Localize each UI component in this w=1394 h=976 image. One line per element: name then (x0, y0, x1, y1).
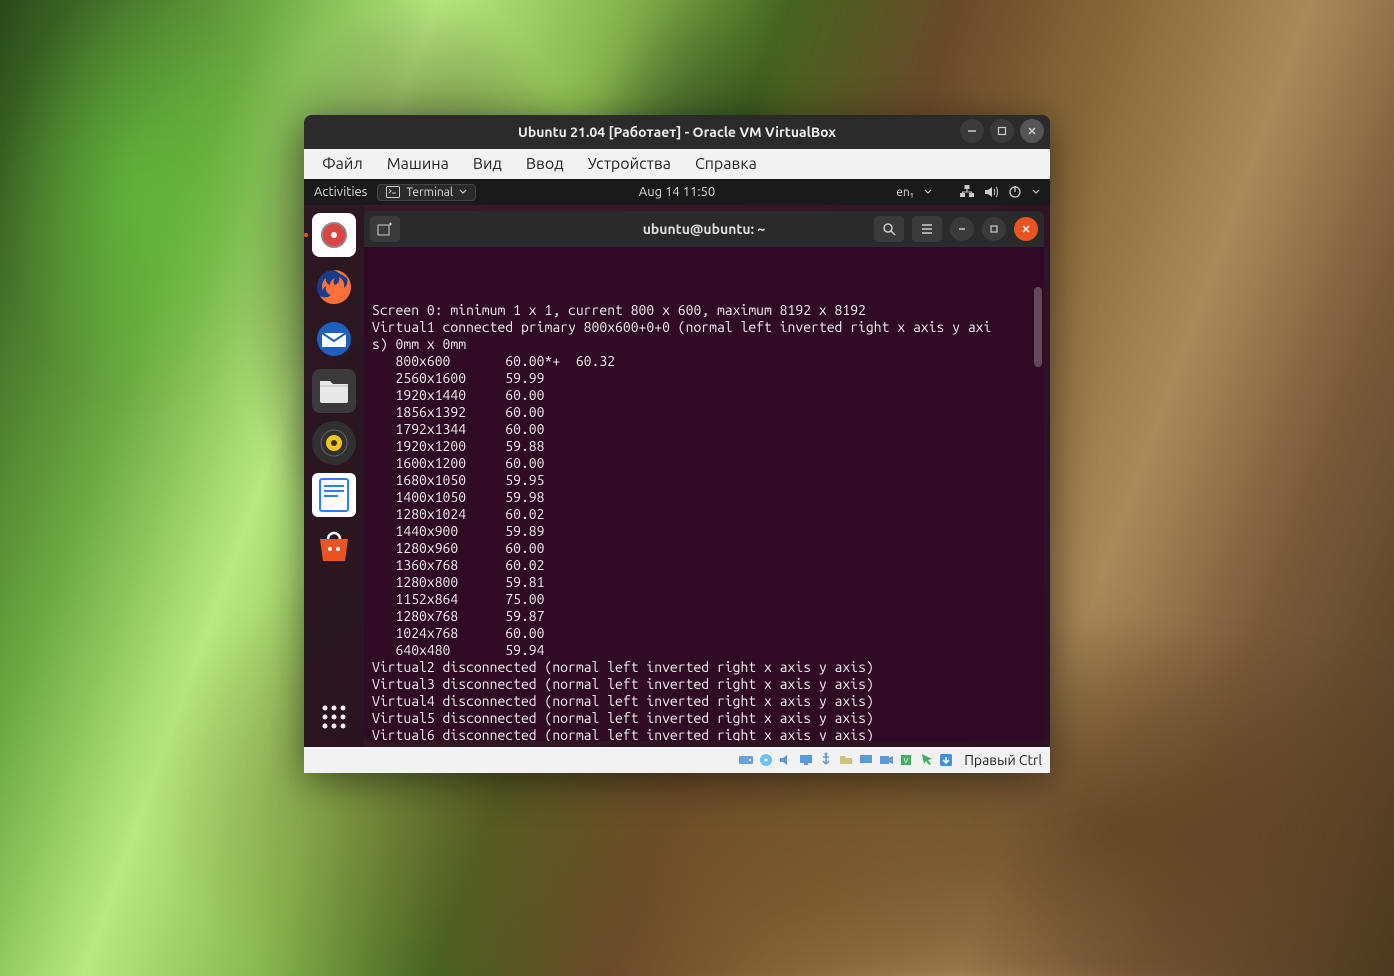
volume-icon[interactable] (984, 185, 998, 199)
vbox-close-button[interactable] (1020, 119, 1044, 143)
clock[interactable]: Aug 14 11:50 (639, 185, 716, 199)
hamburger-icon (920, 222, 934, 236)
vbox-network-icon[interactable] (798, 752, 814, 768)
vbox-display-icon[interactable] (858, 752, 874, 768)
thunderbird-icon (314, 319, 354, 359)
document-icon (318, 477, 350, 513)
vbox-title: Ubuntu 21.04 [Работает] - Oracle VM Virt… (518, 124, 836, 140)
close-icon (1021, 224, 1031, 234)
vbox-menu-machine[interactable]: Машина (377, 151, 459, 177)
terminal-icon (386, 186, 400, 198)
vbox-audio-icon[interactable] (778, 752, 794, 768)
vbox-hostkey-icon[interactable] (938, 752, 954, 768)
vbox-hostkey-label: Правый Ctrl (964, 752, 1042, 768)
disks-icon (319, 220, 349, 250)
virtualbox-window: Ubuntu 21.04 [Работает] - Oracle VM Virt… (304, 115, 1050, 773)
svg-text:V: V (904, 758, 909, 765)
vbox-menu-input[interactable]: Ввод (516, 151, 574, 177)
minimize-icon (967, 126, 977, 136)
vbox-maximize-button[interactable] (990, 119, 1014, 143)
vbox-recording-icon[interactable] (878, 752, 894, 768)
dock-app-rhythmbox[interactable] (312, 421, 356, 465)
vbox-menubar: Файл Машина Вид Ввод Устройства Справка (304, 149, 1050, 179)
vbox-mouse-icon[interactable] (918, 752, 934, 768)
terminal-title: ubuntu@ubuntu: ~ (643, 221, 766, 237)
new-tab-icon (377, 222, 393, 236)
vbox-optical-icon[interactable] (758, 752, 774, 768)
vbox-menu-help[interactable]: Справка (685, 151, 767, 177)
dock-show-apps[interactable] (312, 695, 356, 739)
dock-app-writer[interactable] (312, 473, 356, 517)
dock-app-firefox[interactable] (312, 265, 356, 309)
close-icon (1027, 126, 1037, 136)
terminal-close-button[interactable] (1014, 217, 1038, 241)
dock-app-thunderbird[interactable] (312, 317, 356, 361)
activities-button[interactable]: Activities (314, 185, 367, 199)
power-icon[interactable] (1008, 185, 1022, 199)
firefox-icon (314, 267, 354, 307)
vbox-cpu-icon[interactable]: V (898, 752, 914, 768)
vbox-titlebar[interactable]: Ubuntu 21.04 [Работает] - Oracle VM Virt… (304, 115, 1050, 149)
ubuntu-dock (304, 205, 364, 747)
chevron-down-icon (1032, 188, 1040, 196)
vbox-minimize-button[interactable] (960, 119, 984, 143)
terminal-scrollbar[interactable] (1034, 287, 1042, 367)
shopping-bag-icon (314, 529, 354, 565)
terminal-titlebar[interactable]: ubuntu@ubuntu: ~ (364, 211, 1044, 247)
vbox-menu-file[interactable]: Файл (312, 151, 373, 177)
speaker-icon (319, 428, 349, 458)
terminal-menu-button[interactable] (912, 216, 942, 242)
maximize-icon (997, 126, 1007, 136)
chevron-down-icon (924, 188, 932, 196)
terminal-output[interactable]: Screen 0: minimum 1 x 1, current 800 x 6… (364, 247, 1044, 741)
apps-grid-icon (320, 703, 348, 731)
minimize-icon (957, 224, 967, 234)
terminal-window: ubuntu@ubuntu: ~ (364, 211, 1044, 741)
vbox-menu-view[interactable]: Вид (463, 151, 512, 177)
new-tab-button[interactable] (370, 216, 400, 242)
vbox-statusbar: V Правый Ctrl (304, 747, 1050, 773)
chevron-down-icon (459, 188, 467, 196)
dock-app-disks[interactable] (312, 213, 356, 257)
maximize-icon (989, 224, 999, 234)
network-icon[interactable] (960, 185, 974, 199)
folder-icon (318, 377, 350, 405)
app-menu[interactable]: Terminal (377, 184, 476, 201)
dock-app-software[interactable] (312, 525, 356, 569)
vbox-hdd-icon[interactable] (738, 752, 754, 768)
terminal-maximize-button[interactable] (982, 217, 1006, 241)
guest-screen: Activities Terminal Aug 14 11:50 en₁ (304, 179, 1050, 747)
search-icon (882, 222, 896, 236)
vbox-shared-folder-icon[interactable] (838, 752, 854, 768)
vbox-usb-icon[interactable] (818, 752, 834, 768)
dock-app-files[interactable] (312, 369, 356, 413)
vbox-menu-devices[interactable]: Устройства (578, 151, 681, 177)
terminal-minimize-button[interactable] (950, 217, 974, 241)
gnome-topbar: Activities Terminal Aug 14 11:50 en₁ (304, 179, 1050, 205)
keyboard-layout[interactable]: en₁ (896, 186, 914, 199)
terminal-search-button[interactable] (874, 216, 904, 242)
